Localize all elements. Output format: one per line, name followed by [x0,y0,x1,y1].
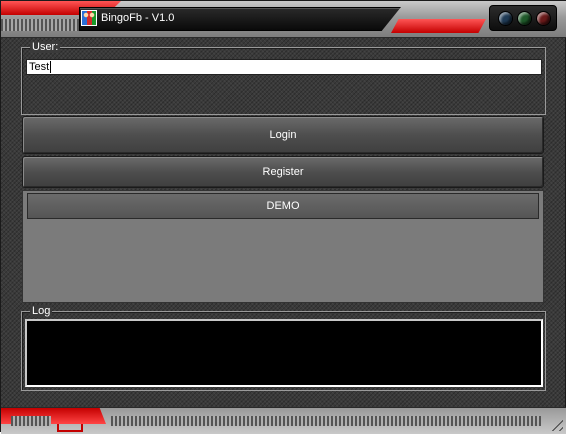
text-caret [50,61,51,73]
bottom-bar-grille [111,416,541,426]
maximize-button[interactable] [517,11,532,26]
username-input[interactable] [26,59,542,75]
app-people-icon [81,10,97,26]
user-groupbox: User: [21,41,546,115]
register-button[interactable]: Register [22,156,544,188]
window-title: BingoFb - V1.0 [101,12,175,24]
login-button[interactable]: Login [22,116,544,154]
log-group-label: Log [30,305,53,317]
title-bar-red-accent [391,19,486,33]
bottom-bar [1,407,566,434]
demo-button[interactable]: DEMO [27,193,539,219]
title-bar-grille [1,19,79,31]
app-window: BingoFb - V1.0 User: Login Register DEMO… [0,0,566,434]
title-bar[interactable]: BingoFb - V1.0 [1,1,566,38]
resize-grip-icon[interactable] [549,417,563,431]
minimize-button[interactable] [498,11,513,26]
user-group-label: User: [30,41,61,53]
bottom-bar-grille [11,416,51,426]
close-button[interactable] [536,11,551,26]
bottom-bar-bracket [57,424,83,432]
log-output[interactable] [25,319,543,387]
